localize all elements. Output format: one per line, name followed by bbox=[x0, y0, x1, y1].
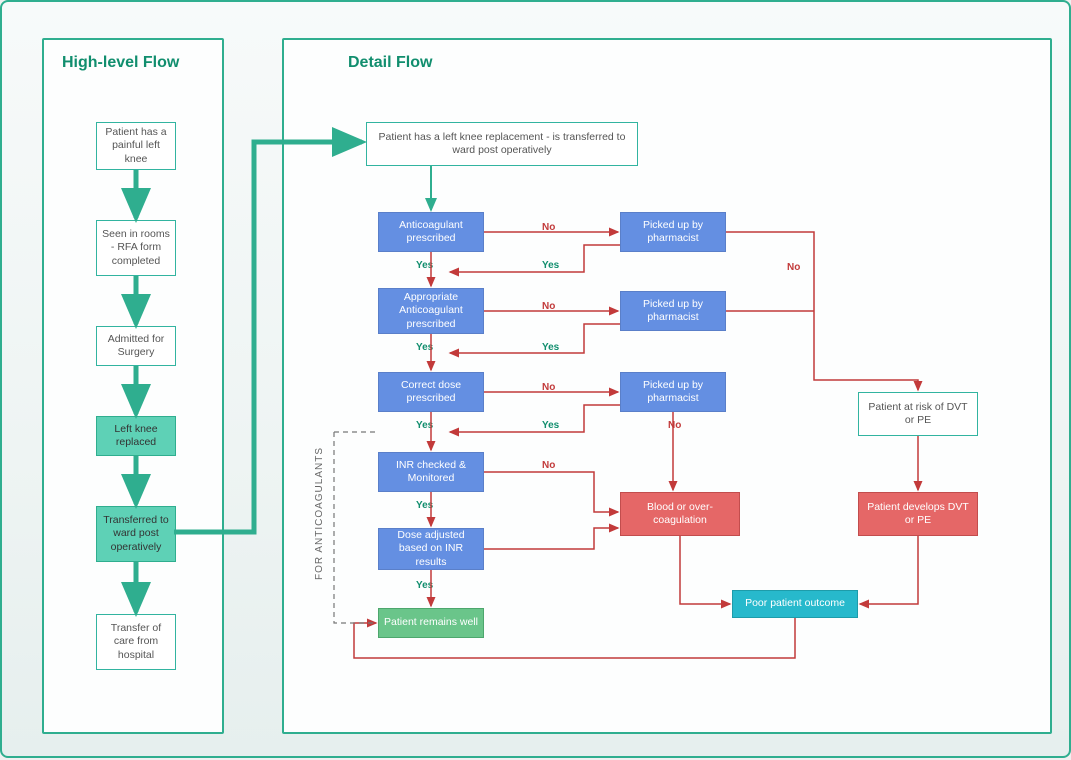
hl-step-6: Transfer of care from hospital bbox=[96, 614, 176, 670]
d1-anticoag-prescribed: Anticoagulant prescribed bbox=[378, 212, 484, 252]
p1-pharmacist: Picked up by pharmacist bbox=[620, 212, 726, 252]
d4-inr-checked: INR checked & Monitored bbox=[378, 452, 484, 492]
high-level-panel: High-level Flow Patient has a painful le… bbox=[42, 38, 224, 734]
lbl-d2-no: No bbox=[542, 301, 555, 312]
lbl-p1-no: No bbox=[787, 262, 800, 273]
hl-step-3: Admitted for Surgery bbox=[96, 326, 176, 366]
d2-appropriate-anticoag: Appropriate Anticoagulant prescribed bbox=[378, 288, 484, 334]
lbl-d1-no: No bbox=[542, 222, 555, 233]
p2-pharmacist: Picked up by pharmacist bbox=[620, 291, 726, 331]
p3-pharmacist: Picked up by pharmacist bbox=[620, 372, 726, 412]
poor-outcome: Poor patient outcome bbox=[732, 590, 858, 618]
lbl-p3-yes: Yes bbox=[542, 420, 559, 431]
d3-correct-dose: Correct dose prescribed bbox=[378, 372, 484, 412]
hl-step-2: Seen in rooms - RFA form completed bbox=[96, 220, 176, 276]
side-label-anticoag: FOR ANTICOAGULANTS bbox=[314, 410, 325, 580]
blood-overcoag: Blood or over-coagulation bbox=[620, 492, 740, 536]
lbl-d4-no: No bbox=[542, 460, 555, 471]
detail-title: Detail Flow bbox=[348, 54, 432, 72]
hl-step-1: Patient has a painful left knee bbox=[96, 122, 176, 170]
lbl-d5-yes: Yes bbox=[416, 580, 433, 591]
patient-well: Patient remains well bbox=[378, 608, 484, 638]
diagram-canvas: High-level Flow Patient has a painful le… bbox=[0, 0, 1071, 758]
lbl-d1-yes: Yes bbox=[416, 260, 433, 271]
d5-dose-adjusted: Dose adjusted based on INR results bbox=[378, 528, 484, 570]
detail-panel: Detail Flow Patient has a left knee repl… bbox=[282, 38, 1052, 734]
develops-dvt-pe: Patient develops DVT or PE bbox=[858, 492, 978, 536]
risk-dvt-pe: Patient at risk of DVT or PE bbox=[858, 392, 978, 436]
hl-step-5: Transferred to ward post operatively bbox=[96, 506, 176, 562]
detail-start: Patient has a left knee replacement - is… bbox=[366, 122, 638, 166]
lbl-p3-no: No bbox=[668, 420, 681, 431]
detail-arrows bbox=[284, 40, 584, 190]
lbl-d3-no: No bbox=[542, 382, 555, 393]
high-level-title: High-level Flow bbox=[62, 54, 179, 72]
lbl-d2-yes: Yes bbox=[416, 342, 433, 353]
lbl-d4-yes: Yes bbox=[416, 500, 433, 511]
hl-step-4: Left knee replaced bbox=[96, 416, 176, 456]
lbl-p1-yes: Yes bbox=[542, 260, 559, 271]
lbl-d3-yes: Yes bbox=[416, 420, 433, 431]
lbl-p2-yes: Yes bbox=[542, 342, 559, 353]
